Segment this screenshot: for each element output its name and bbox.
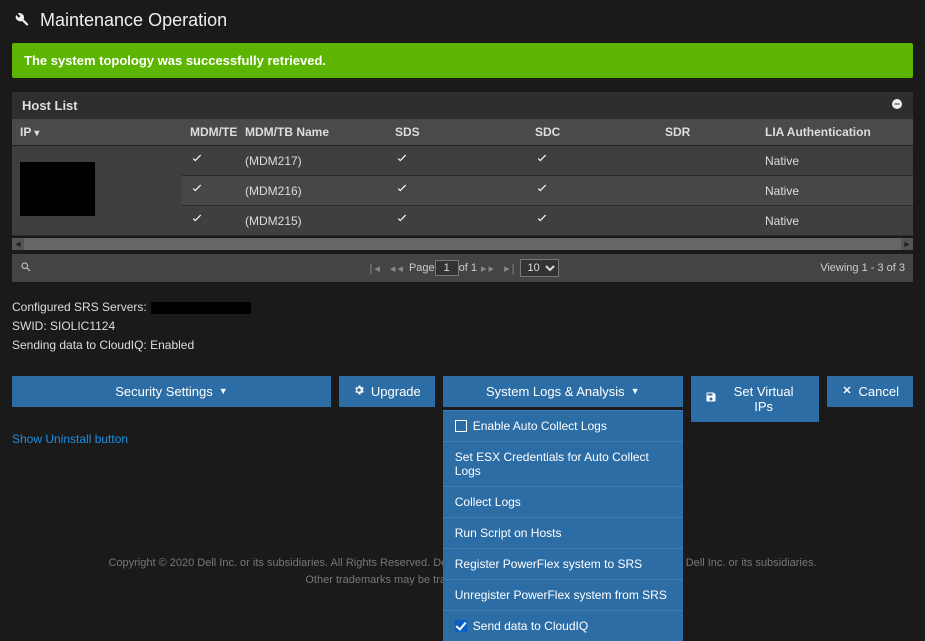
pager-last-icon[interactable]: ▸| — [504, 262, 516, 275]
scroll-right-icon[interactable]: ► — [901, 238, 913, 250]
set-virtual-ips-button[interactable]: Set Virtual IPs — [691, 376, 819, 422]
host-list-title: Host List — [22, 98, 78, 113]
search-icon[interactable] — [20, 261, 32, 276]
pager-of-label: of 1 — [459, 262, 477, 274]
col-mdm-tb-name[interactable]: MDM/TB Name — [237, 119, 387, 146]
horizontal-scrollbar[interactable]: ◄ ► — [12, 238, 913, 250]
menu-unregister-srs[interactable]: Unregister PowerFlex system from SRS — [443, 579, 683, 610]
col-lia[interactable]: LIA Authentication — [757, 119, 913, 146]
lia-value: Native — [757, 146, 913, 176]
col-mdm-tb[interactable]: MDM/TE — [182, 119, 237, 146]
check-icon — [535, 185, 549, 199]
check-icon — [395, 155, 409, 169]
scroll-left-icon[interactable]: ◄ — [12, 238, 24, 250]
alert-success: The system topology was successfully ret… — [12, 43, 913, 78]
swid-label: SWID: SIOLIC1124 — [12, 317, 913, 336]
caret-down-icon: ▼ — [219, 386, 228, 396]
check-icon — [190, 215, 204, 229]
table-header-row: IP▾ MDM/TE MDM/TB Name SDS SDC SDR LIA A… — [12, 119, 913, 146]
upgrade-button[interactable]: Upgrade — [339, 376, 435, 407]
ip-redacted — [20, 162, 95, 216]
save-icon — [705, 391, 717, 406]
info-block: Configured SRS Servers: SWID: SIOLIC1124… — [12, 298, 913, 356]
table-row[interactable]: (MDM217) Native — [12, 146, 913, 176]
wrench-icon — [12, 10, 30, 31]
close-icon — [841, 384, 853, 399]
security-settings-button[interactable]: Security Settings ▼ — [12, 376, 331, 407]
menu-collect-logs[interactable]: Collect Logs — [443, 486, 683, 517]
host-list-table: IP▾ MDM/TE MDM/TB Name SDS SDC SDR LIA A… — [12, 119, 913, 236]
pager-size-select[interactable]: 10 — [520, 259, 559, 277]
check-icon — [190, 155, 204, 169]
cancel-button[interactable]: Cancel — [827, 376, 913, 407]
col-sdr[interactable]: SDR — [657, 119, 757, 146]
checkbox-unchecked-icon[interactable] — [455, 420, 467, 432]
pager-next-icon[interactable]: ▸▸ — [481, 262, 496, 275]
pager-prev-icon[interactable]: ◂◂ — [390, 262, 405, 275]
menu-set-esx-credentials[interactable]: Set ESX Credentials for Auto Collect Log… — [443, 441, 683, 486]
collapse-icon[interactable] — [891, 98, 903, 113]
mdm-name: (MDM217) — [237, 146, 387, 176]
menu-register-srs[interactable]: Register PowerFlex system to SRS — [443, 548, 683, 579]
page-title: Maintenance Operation — [40, 10, 227, 31]
menu-send-cloudiq[interactable]: Send data to CloudIQ — [443, 610, 683, 641]
table-pager: |◂ ◂◂ Page of 1 ▸▸ ▸| 10 Viewing 1 - 3 o… — [12, 254, 913, 282]
sort-icon: ▾ — [34, 128, 39, 139]
lia-value: Native — [757, 176, 913, 206]
menu-run-script[interactable]: Run Script on Hosts — [443, 517, 683, 548]
check-icon — [535, 155, 549, 169]
caret-down-icon: ▼ — [631, 386, 640, 396]
show-uninstall-link[interactable]: Show Uninstall button — [12, 432, 128, 446]
srs-value-redacted — [151, 302, 251, 314]
check-icon — [395, 185, 409, 199]
menu-enable-auto-collect[interactable]: Enable Auto Collect Logs — [443, 410, 683, 441]
col-sdc[interactable]: SDC — [527, 119, 657, 146]
srs-label: Configured SRS Servers: — [12, 300, 147, 314]
check-icon — [395, 215, 409, 229]
check-icon — [190, 185, 204, 199]
pager-page-input[interactable] — [435, 260, 459, 276]
system-logs-menu: Enable Auto Collect Logs Set ESX Credent… — [443, 410, 683, 641]
col-ip[interactable]: IP▾ — [12, 119, 182, 146]
checkbox-checked-icon[interactable] — [455, 620, 467, 632]
pager-viewing: Viewing 1 - 3 of 3 — [820, 262, 905, 274]
gear-icon — [353, 384, 365, 399]
mdm-name: (MDM215) — [237, 206, 387, 236]
host-list-header[interactable]: Host List — [12, 92, 913, 119]
pager-first-icon[interactable]: |◂ — [370, 262, 382, 275]
system-logs-button[interactable]: System Logs & Analysis ▼ — [443, 376, 683, 407]
lia-value: Native — [757, 206, 913, 236]
cloudiq-label: Sending data to CloudIQ: Enabled — [12, 336, 913, 355]
check-icon — [535, 215, 549, 229]
col-sds[interactable]: SDS — [387, 119, 527, 146]
mdm-name: (MDM216) — [237, 176, 387, 206]
pager-page-label: Page — [409, 262, 435, 274]
